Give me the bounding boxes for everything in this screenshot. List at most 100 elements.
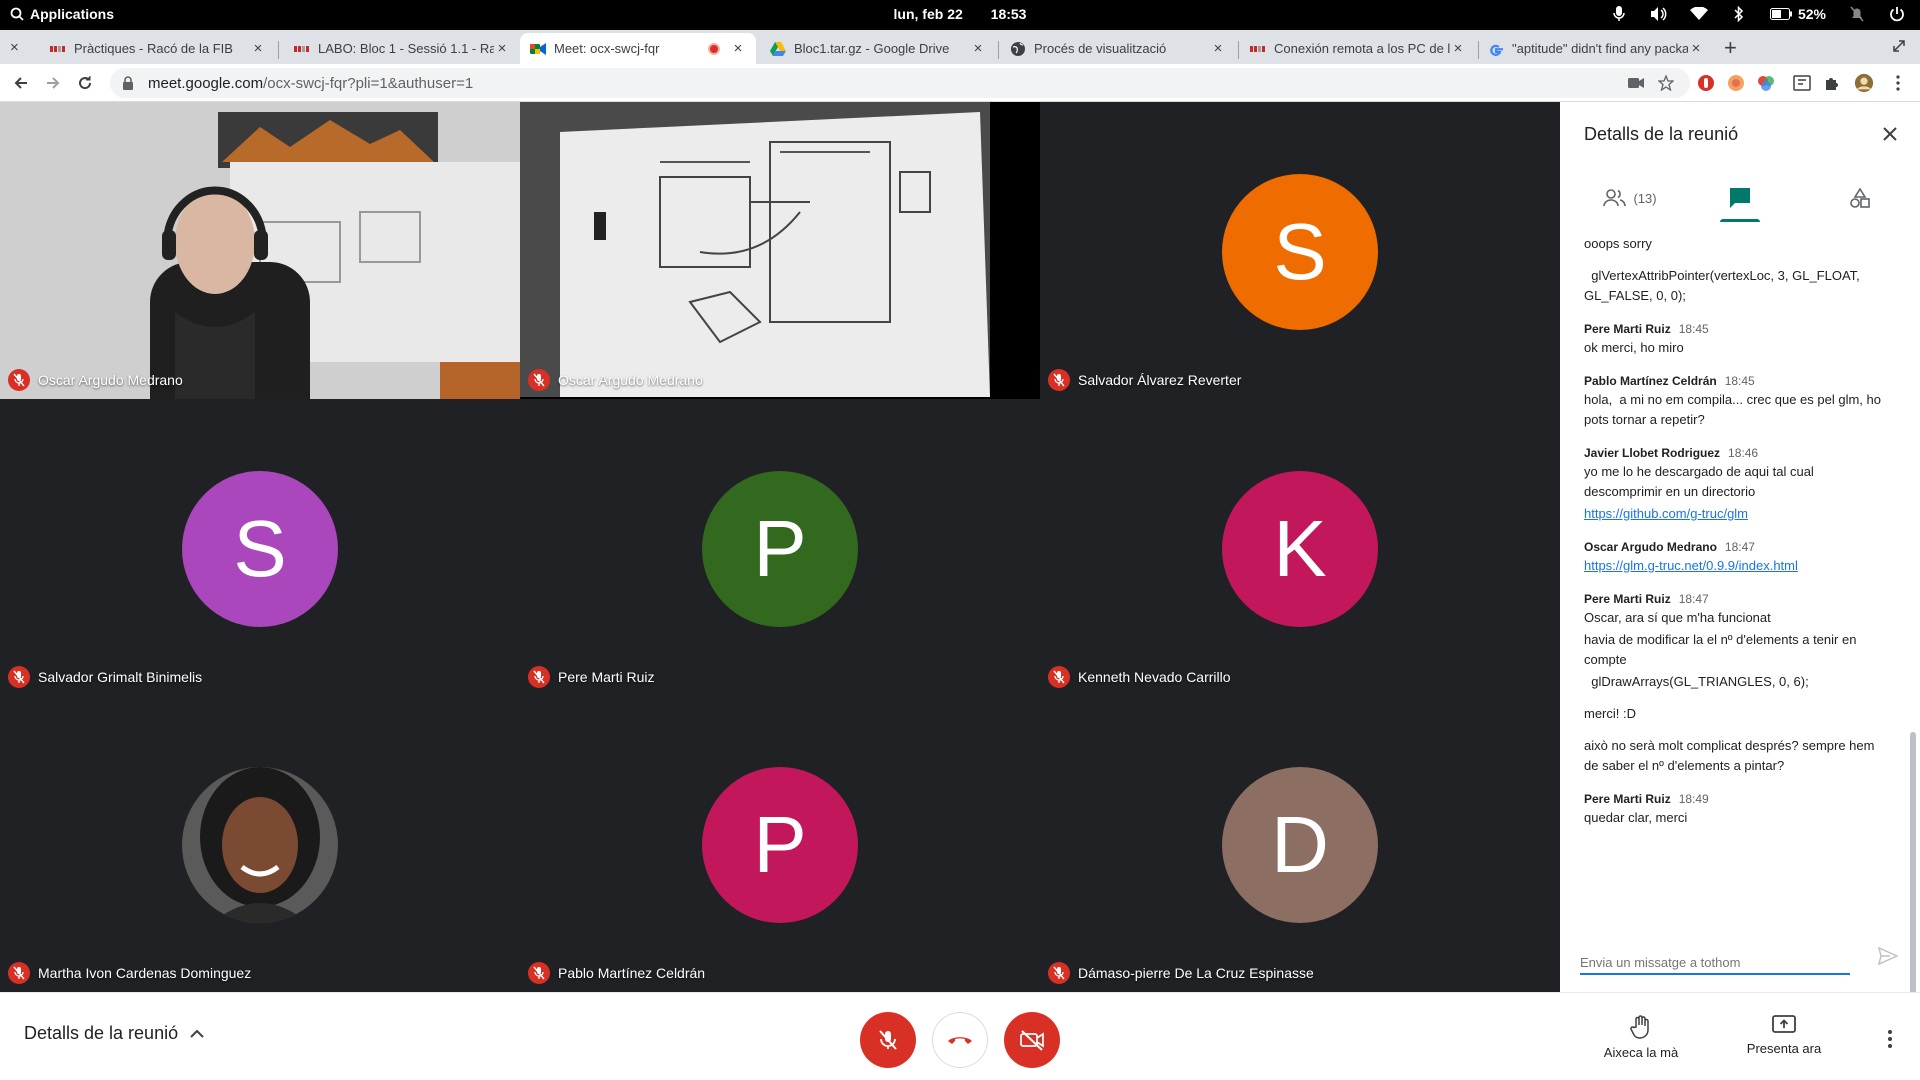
wifi-icon[interactable] [1689, 5, 1708, 23]
hand-icon [1630, 1015, 1649, 1039]
extension-red-icon[interactable] [1696, 73, 1716, 93]
microphone-toggle-button[interactable] [860, 1012, 916, 1068]
profile-avatar-icon[interactable] [1854, 73, 1874, 93]
present-now-button[interactable]: Presenta ara [1729, 1015, 1839, 1056]
browser-tab[interactable]: Meet: ocx-swcj-fqr × [520, 33, 756, 64]
participant-tile[interactable]: Oscar Argudo Medrano [0, 102, 520, 399]
close-panel-button[interactable] [1878, 122, 1902, 146]
browser-tab[interactable]: Bloc1.tar.gz - Google Drive × [760, 33, 996, 64]
microphone-icon[interactable] [1610, 5, 1628, 23]
participant-name-tag: Salvador Grimalt Binimelis [8, 666, 202, 688]
bluetooth-icon[interactable] [1730, 5, 1748, 23]
chat-link[interactable]: https://glm.g-truc.net/0.9.9/index.html [1584, 556, 1890, 576]
participant-name-tag: Oscar Argudo Medrano [528, 369, 703, 391]
browser-menu-icon[interactable] [1888, 73, 1908, 93]
reload-icon [79, 76, 92, 90]
close-tab-icon[interactable]: × [1688, 40, 1704, 57]
tab-title: Pràctiques - Racó de la FIB [74, 41, 233, 56]
notifications-off-icon[interactable] [1848, 5, 1866, 23]
extension-fox-icon[interactable] [1726, 73, 1746, 93]
camera-off-icon [1020, 1030, 1044, 1051]
clock-date: lun, feb 22 [893, 6, 963, 22]
close-tab-icon[interactable]: × [1450, 40, 1466, 57]
participant-tile[interactable]: Martha Ivon Cardenas Dominguez [0, 695, 520, 992]
raise-hand-button[interactable]: Aixeca la mà [1586, 1015, 1696, 1060]
restore-window-icon[interactable] [1892, 39, 1906, 58]
participant-name-tag: Salvador Álvarez Reverter [1048, 369, 1241, 391]
chat-message: Javier Llobet Rodriguez 18:46 yo me lo he … [1584, 446, 1890, 524]
tab-title: Bloc1.tar.gz - Google Drive [794, 41, 950, 56]
close-tab-icon[interactable]: × [1210, 40, 1226, 57]
leave-call-button[interactable] [932, 1012, 988, 1068]
chat-message: ooops sorry glVertexAttribPointer(vertex… [1584, 234, 1890, 306]
chat-sender-row: Oscar Argudo Medrano 18:47 [1584, 540, 1890, 554]
participant-tile[interactable]: P Pablo Martínez Celdrán [520, 695, 1040, 992]
participant-tile[interactable]: P Pere Marti Ruiz [520, 399, 1040, 696]
browser-tab[interactable]: "aptitude" didn't find any packa × [1478, 33, 1714, 64]
mic-off-icon [1048, 666, 1070, 688]
applications-menu[interactable]: Applications [10, 6, 114, 22]
close-tab-icon[interactable]: × [730, 40, 746, 57]
participant-name: Oscar Argudo Medrano [38, 372, 183, 388]
battery-icon[interactable]: 52% [1769, 5, 1826, 23]
close-icon [1883, 127, 1897, 141]
chat-timestamp: 18:46 [1728, 446, 1759, 460]
more-options-button[interactable] [1878, 1027, 1902, 1051]
power-icon[interactable] [1888, 5, 1906, 23]
participant-name: Pere Marti Ruiz [558, 669, 655, 685]
reload-button[interactable] [74, 72, 96, 94]
new-tab-button[interactable]: + [1724, 35, 1737, 61]
browser-tab[interactable]: Conexión remota a los PC de lo × [1240, 33, 1476, 64]
chat-messages[interactable]: ooops sorry glVertexAttribPointer(vertex… [1560, 224, 1920, 1014]
chat-scrollbar[interactable] [1910, 732, 1916, 1017]
extension-colors-icon[interactable] [1756, 73, 1776, 93]
participant-name-tag: Pere Marti Ruiz [528, 666, 654, 688]
present-now-label: Presenta ara [1746, 1041, 1822, 1056]
participant-tile[interactable]: Oscar Argudo Medrano [520, 102, 1040, 399]
people-count: (13) [1633, 190, 1657, 206]
volume-icon[interactable] [1650, 5, 1668, 23]
send-icon [1878, 947, 1898, 965]
tab-activities[interactable] [1830, 174, 1890, 222]
browser-tab[interactable]: Pràctiques - Racó de la FIB × [40, 33, 276, 64]
close-tab-icon[interactable]: × [250, 40, 266, 57]
chat-timestamp: 18:47 [1678, 592, 1709, 606]
participant-tile[interactable]: K Kenneth Nevado Carrillo [1040, 399, 1560, 696]
extension-reader-icon[interactable] [1792, 73, 1812, 93]
browser-tab[interactable]: Procés de visualització × [1000, 33, 1236, 64]
participant-tile[interactable]: S Salvador Álvarez Reverter [1040, 102, 1560, 399]
arrow-left-icon [14, 77, 27, 89]
participant-name: Pablo Martínez Celdrán [558, 965, 706, 981]
chat-message-input[interactable] [1580, 945, 1850, 975]
bookmark-star-icon[interactable] [1656, 73, 1676, 93]
close-tab-icon[interactable]: × [970, 40, 986, 57]
mic-off-icon [8, 369, 30, 391]
participant-name-tag: Oscar Argudo Medrano [8, 369, 183, 391]
tab-people[interactable]: (13) [1584, 174, 1676, 222]
chat-link[interactable]: https://github.com/g-truc/glm [1584, 504, 1890, 524]
participant-name-tag: Kenneth Nevado Carrillo [1048, 666, 1231, 688]
chat-timestamp: 18:45 [1724, 374, 1755, 388]
more-vert-icon [1888, 1030, 1892, 1048]
raise-hand-label: Aixeca la mà [1603, 1045, 1679, 1060]
close-tab-icon[interactable]: × [494, 40, 510, 57]
meeting-details-toggle[interactable]: Detalls de la reunió [24, 1023, 204, 1044]
camera-toggle-button[interactable] [1004, 1012, 1060, 1068]
close-pinned-tab-icon[interactable]: × [10, 39, 19, 56]
send-message-button[interactable] [1876, 944, 1900, 968]
chat-message: Oscar Argudo Medrano 18:47 https://glm.g-t… [1584, 540, 1890, 576]
extensions-puzzle-icon[interactable] [1822, 73, 1842, 93]
participant-tile[interactable]: D Dámaso-pierre De La Cruz Espinasse [1040, 695, 1560, 992]
forward-button[interactable] [42, 72, 64, 94]
tab-separator [998, 41, 999, 59]
tab-chat[interactable] [1710, 174, 1770, 222]
browser-tab[interactable]: LABO: Bloc 1 - Sessió 1.1 - Racó × [284, 33, 520, 64]
camera-in-use-icon[interactable] [1626, 73, 1646, 93]
mic-off-icon [528, 666, 550, 688]
chat-text: hola, a mi no em compila... crec que es … [1584, 392, 1885, 427]
participant-name: Salvador Álvarez Reverter [1078, 372, 1242, 388]
back-button[interactable] [10, 72, 32, 94]
participant-tile[interactable]: S Salvador Grimalt Binimelis [0, 399, 520, 696]
chat-text: yo me lo he descargado de aqui tal cual … [1584, 464, 1818, 499]
address-bar[interactable]: meet.google.com/ocx-swcj-fqr?pli=1&authu… [110, 68, 1690, 98]
